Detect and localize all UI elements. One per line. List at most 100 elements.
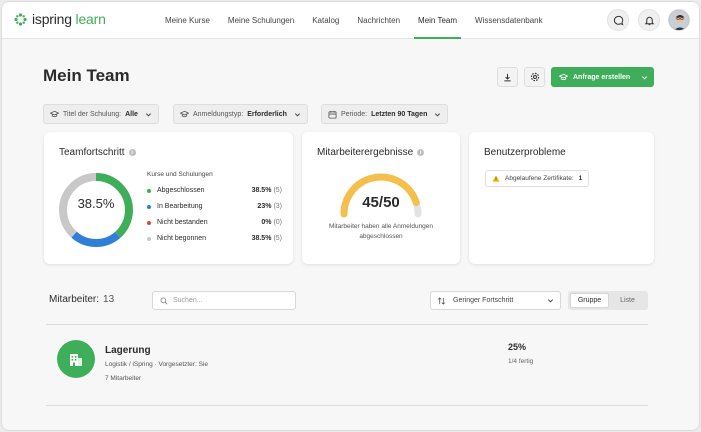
- expired-certificates-count: 1: [578, 175, 583, 182]
- search-icon: [160, 297, 168, 305]
- create-request-button[interactable]: Anfrage erstellen: [551, 67, 654, 87]
- filter-course-title[interactable]: Titel der Schulung: Alle: [43, 104, 159, 124]
- employee-results-caption: Mitarbeiter haben alle Anmeldungen abges…: [302, 222, 460, 242]
- filter-course-title-value: Alle: [125, 110, 138, 118]
- gear-icon: [530, 72, 539, 82]
- sort-icon: [437, 296, 446, 305]
- ispring-logo-icon: [14, 12, 27, 26]
- members-label: Mitarbeiter:: [49, 294, 100, 305]
- building-icon: [70, 354, 82, 366]
- legend-dot: [147, 188, 151, 193]
- sort-select[interactable]: Geringer Fortschritt: [430, 291, 561, 310]
- members-heading: Mitarbeiter: 13: [49, 294, 114, 305]
- logo-text-suffix: learn: [75, 11, 106, 27]
- legend-pct: 0%: [261, 219, 272, 226]
- nav-item-katalog[interactable]: Katalog: [303, 2, 348, 39]
- legend-label: Nicht begonnen: [157, 235, 207, 242]
- filter-enrollment-type-value: Erforderlich: [247, 110, 287, 118]
- main-nav: Meine Kurse Meine Schulungen Katalog Nac…: [156, 2, 552, 39]
- nav-item-meine-schulungen[interactable]: Meine Schulungen: [219, 2, 303, 39]
- top-navigation: ispring learn Meine Kurse Meine Schulung…: [2, 2, 699, 39]
- view-option-gruppe[interactable]: Gruppe: [570, 293, 609, 308]
- view-option-liste[interactable]: Liste: [609, 293, 646, 308]
- filter-period[interactable]: Periode: Letzten 90 Tagen: [321, 104, 449, 124]
- filter-period-label: Periode:: [341, 110, 368, 118]
- legend-count: (3): [273, 203, 282, 210]
- logo-text: ispring learn: [32, 11, 106, 27]
- nav-item-meine-kurse[interactable]: Meine Kurse: [156, 2, 219, 39]
- employee-results-title: Mitarbeiterergebnisse i: [317, 147, 425, 158]
- download-button[interactable]: [497, 67, 518, 87]
- divider: [46, 324, 648, 325]
- user-photo-icon: [669, 10, 689, 30]
- graduation-cap-icon: [559, 73, 568, 81]
- members-count: 13: [103, 294, 115, 305]
- bell-icon: [644, 16, 654, 25]
- calendar-icon: [328, 110, 337, 119]
- divider: [46, 405, 648, 406]
- filter-enrollment-type[interactable]: Anmeldungstyp: Erforderlich: [173, 104, 308, 124]
- employee-results-title-text: Mitarbeiterergebnisse: [317, 147, 414, 158]
- legend-title: Kurse und Schulungen: [147, 171, 213, 178]
- group-name[interactable]: Lagerung: [105, 345, 151, 356]
- create-request-label: Anfrage erstellen: [573, 73, 631, 81]
- settings-button[interactable]: [524, 67, 545, 87]
- legend-pct: 38.5%: [251, 235, 272, 242]
- user-problems-title: Benutzerprobleme: [484, 147, 566, 158]
- filter-course-title-label: Titel der Schulung:: [63, 110, 122, 118]
- legend-pct: 38.5%: [251, 187, 272, 194]
- legend-row-nicht-begonnen: Nicht begonnen 38.5% (5): [147, 235, 282, 242]
- search-placeholder: Suchen...: [173, 297, 203, 304]
- legend-dot: [147, 236, 151, 241]
- filter-period-value: Letzten 90 Tagen: [371, 110, 428, 118]
- legend-count: (5): [273, 187, 282, 194]
- group-meta: Logistik / iSpring · Vorgesetzter: Sie: [105, 361, 208, 368]
- chevron-down-icon: [145, 112, 151, 116]
- legend-row-in-bearbeitung: In Bearbeitung 23% (3): [147, 203, 282, 210]
- warning-icon: [492, 175, 500, 182]
- legend-row-nicht-bestanden: Nicht bestanden 0% (0): [147, 219, 282, 226]
- chevron-down-icon: [642, 75, 648, 79]
- team-progress-card: Teamfortschritt i 38.5% Kurse und Schulu…: [44, 132, 293, 264]
- filter-enrollment-type-label: Anmeldungstyp:: [193, 110, 244, 118]
- employee-results-caption-line-1: Mitarbeiter haben alle Anmeldungen: [328, 223, 434, 230]
- chevron-down-icon: [547, 299, 554, 303]
- employee-results-card: Mitarbeiterergebnisse i 45/50 Mitarbeite…: [302, 132, 460, 264]
- legend-label: Nicht bestanden: [157, 219, 208, 226]
- legend-pct: 23%: [257, 203, 272, 210]
- group-progress-percent: 25%: [508, 342, 527, 352]
- team-progress-title: Teamfortschritt i: [59, 147, 136, 158]
- app-window: ispring learn Meine Kurse Meine Schulung…: [1, 1, 700, 431]
- team-progress-title-text: Teamfortschritt: [59, 147, 125, 158]
- nav-item-nachrichten[interactable]: Nachrichten: [348, 2, 409, 39]
- info-icon[interactable]: i: [417, 149, 425, 156]
- page-title: Mein Team: [43, 66, 130, 85]
- expired-certificates-label: Abgelaufene Zertifikate:: [505, 175, 574, 182]
- chevron-down-icon: [294, 112, 300, 116]
- info-icon[interactable]: i: [128, 149, 136, 156]
- legend-label: In Bearbeitung: [157, 203, 203, 210]
- chevron-down-icon: [435, 112, 441, 116]
- nav-item-mein-team[interactable]: Mein Team: [409, 2, 466, 39]
- logo[interactable]: ispring learn: [14, 11, 106, 27]
- chat-button[interactable]: [607, 9, 629, 31]
- legend-dot: [147, 220, 151, 225]
- employee-results-value: 45/50: [362, 194, 400, 211]
- download-icon: [504, 73, 511, 81]
- user-problems-card: Benutzerprobleme Abgelaufene Zertifikate…: [469, 132, 654, 264]
- search-input[interactable]: Suchen...: [152, 291, 296, 310]
- group-avatar: [57, 340, 95, 378]
- legend-row-abgeschlossen: Abgeschlossen 38.5% (5): [147, 187, 282, 194]
- graduation-cap-icon: [180, 110, 189, 118]
- group-member-count: 7 Mitarbeiter: [105, 375, 142, 382]
- expired-certificates-badge[interactable]: Abgelaufene Zertifikate: 1: [485, 170, 590, 187]
- avatar[interactable]: [668, 9, 690, 31]
- notifications-button[interactable]: [638, 9, 660, 31]
- team-progress-center-value: 38.5%: [77, 196, 115, 211]
- graduation-cap-icon: [50, 110, 59, 118]
- legend-label: Abgeschlossen: [157, 187, 205, 194]
- employee-results-caption-line-2: abgeschlossen: [359, 233, 403, 240]
- legend-dot: [147, 204, 151, 209]
- legend-count: (0): [273, 219, 282, 226]
- nav-item-wissensdatenbank[interactable]: Wissensdatenbank: [466, 2, 552, 39]
